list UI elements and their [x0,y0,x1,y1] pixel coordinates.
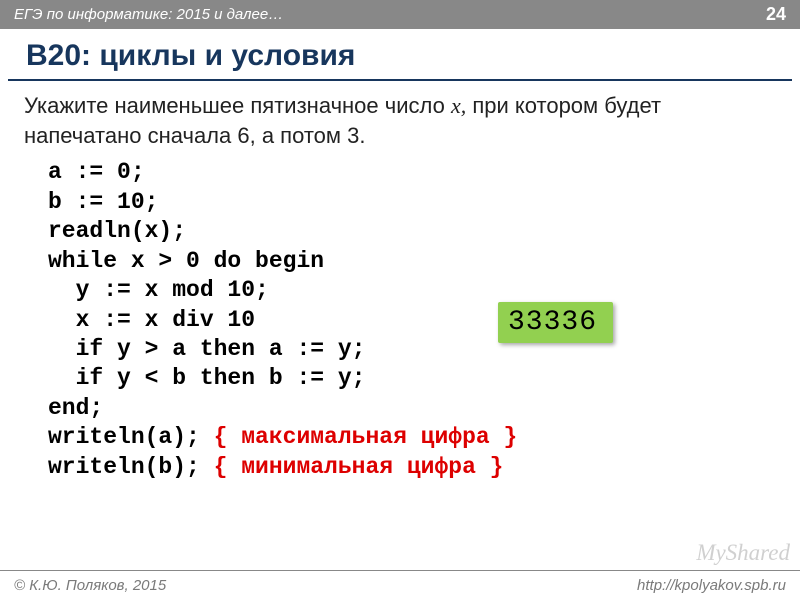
footer-copyright: © К.Ю. Поляков, 2015 [14,577,166,594]
page-number: 24 [766,4,786,25]
code-comment: { минимальная цифра } [214,454,504,480]
answer-badge: 33336 [498,302,613,343]
code-line: y := x mod 10; [48,277,269,303]
code-line: a := 0; [48,159,145,185]
code-line: x := x div 10 [48,307,255,333]
header-bar: ЕГЭ по информатике: 2015 и далее… 24 [0,0,800,29]
code-line: end; [48,395,103,421]
code-line: if y < b then b := y; [48,365,365,391]
code-line: writeln(a); [48,424,214,450]
footer-bar: © К.Ю. Поляков, 2015 http://kpolyakov.sp… [0,570,800,600]
task-prefix: Укажите наименьшее пятизначное число [24,93,451,118]
slide-heading: B20: циклы и условия [8,29,792,81]
code-line: if y > a then a := y; [48,336,365,362]
code-line: b := 10; [48,189,158,215]
task-text: Укажите наименьшее пятизначное число x, … [0,81,800,156]
task-variable: x, [451,93,466,118]
footer-url: http://kpolyakov.spb.ru [637,577,786,594]
header-title: ЕГЭ по информатике: 2015 и далее… [14,6,283,23]
code-block: a := 0; b := 10; readln(x); while x > 0 … [0,156,800,482]
code-line: readln(x); [48,218,186,244]
code-comment: { максимальная цифра } [214,424,518,450]
code-line: while x > 0 do begin [48,248,324,274]
watermark: MyShared [696,540,790,566]
code-line: writeln(b); [48,454,214,480]
